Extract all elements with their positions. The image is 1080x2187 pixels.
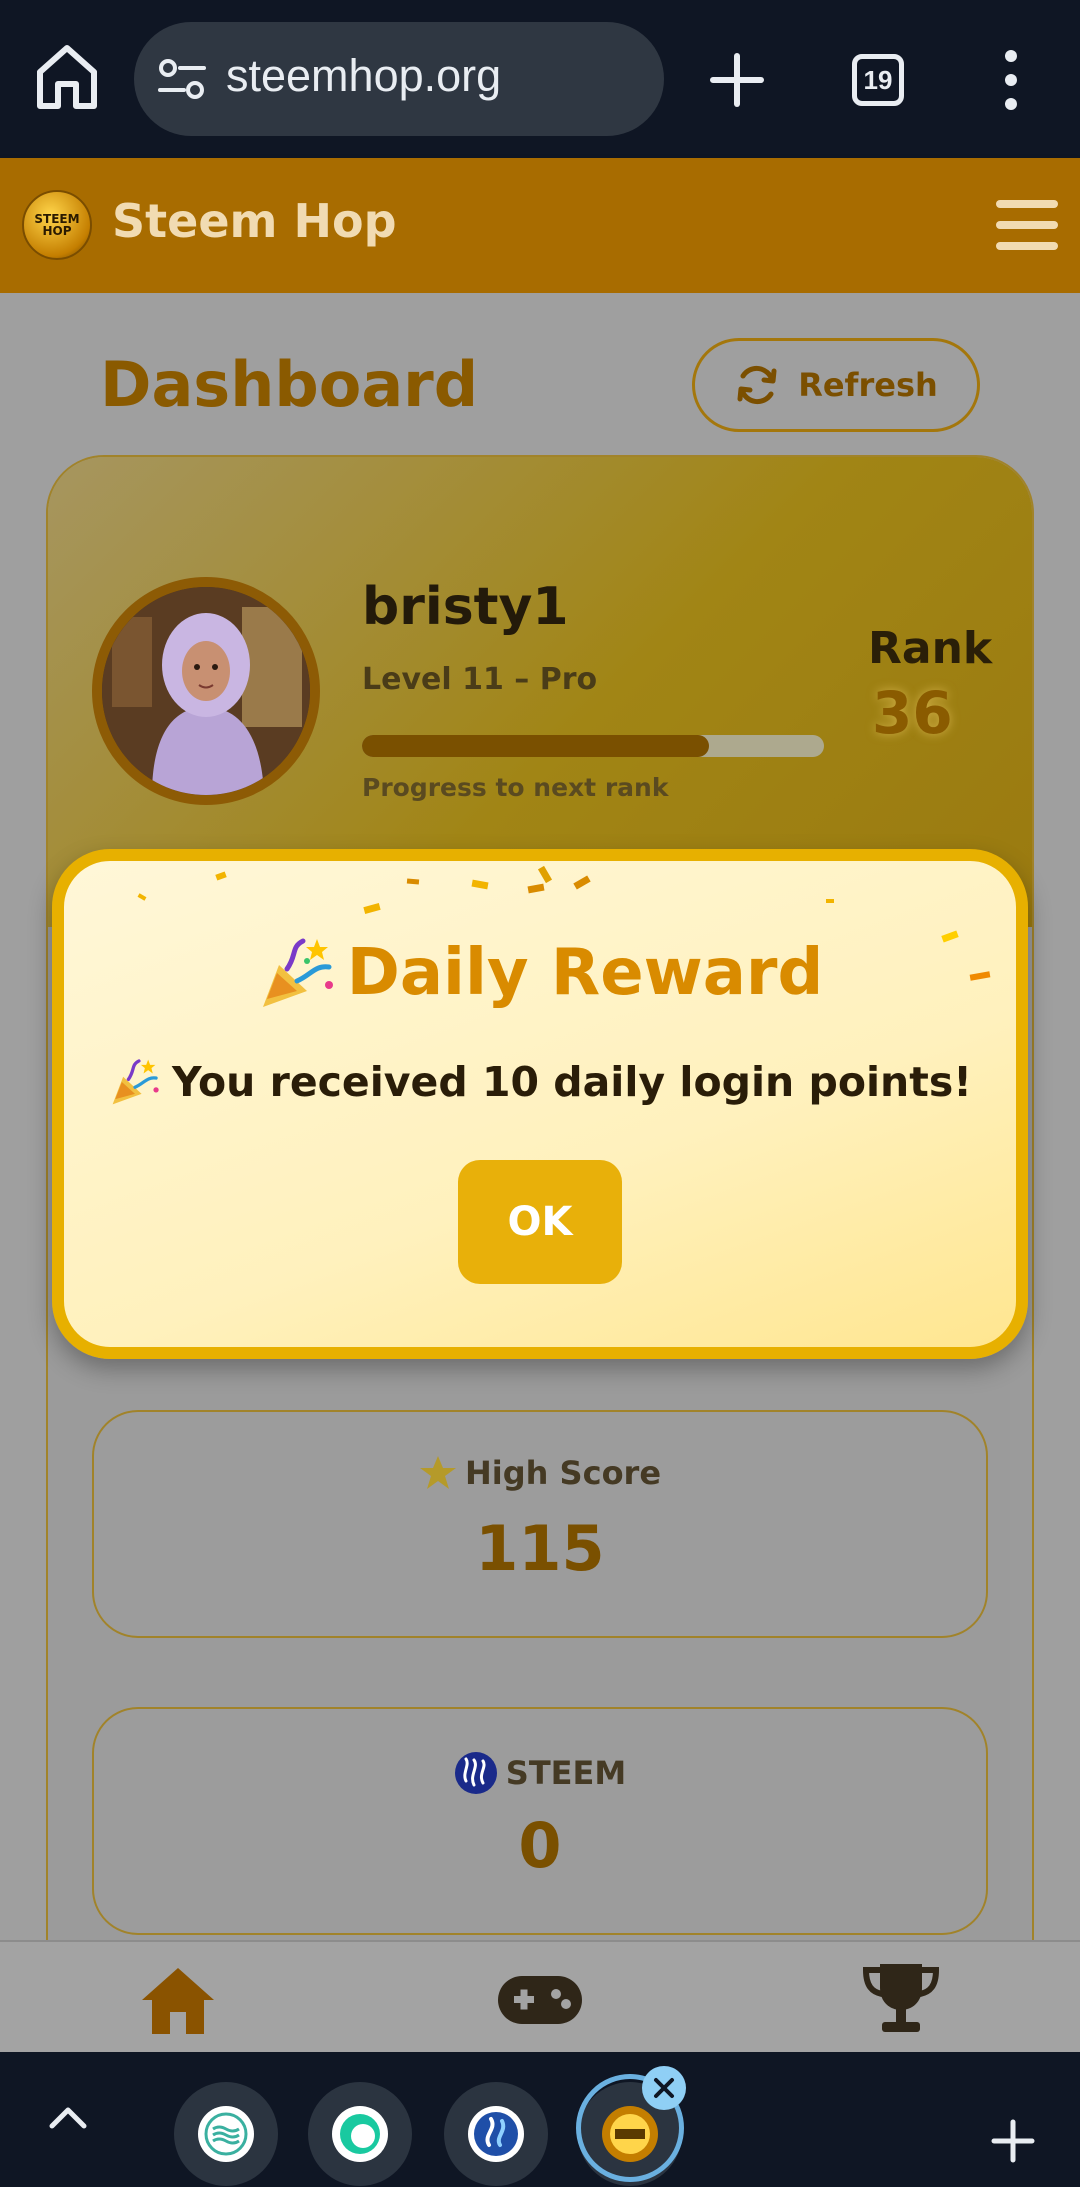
browser-tab-strip — [0, 2052, 1080, 2187]
party-popper-icon — [262, 938, 333, 1007]
high-score-card: High Score 115 — [92, 1410, 988, 1638]
confetti-piece — [537, 865, 553, 884]
confetti-piece — [471, 879, 489, 890]
tab-bubble[interactable] — [308, 2082, 412, 2186]
steem-logo-icon — [454, 1752, 497, 1794]
app-header: STEEM HOP Steem Hop — [0, 158, 1080, 293]
steem-app-icon — [468, 2106, 524, 2162]
party-popper-icon — [112, 1059, 159, 1105]
close-icon — [654, 2078, 674, 2098]
new-tab-icon[interactable] — [708, 44, 766, 114]
steem-balance-card: STEEM 0 — [92, 1707, 988, 1935]
address-bar[interactable]: steemhop.org — [134, 22, 664, 136]
rank-progress-bar — [362, 735, 824, 757]
confetti-piece — [573, 875, 591, 890]
avatar — [92, 577, 320, 805]
app-logo[interactable]: STEEM HOP — [22, 190, 92, 260]
close-tab-button[interactable] — [642, 2066, 686, 2110]
url-text[interactable]: steemhop.org — [226, 50, 501, 102]
tab-bubble[interactable] — [174, 2082, 278, 2186]
home-icon[interactable] — [138, 1964, 218, 2036]
confetti-piece — [137, 893, 147, 901]
user-level: Level 11 – Pro — [362, 662, 598, 697]
chat-app-icon — [332, 2106, 388, 2162]
username: bristy1 — [362, 577, 569, 637]
modal-title: Daily Reward — [346, 936, 824, 1010]
user-photo — [102, 587, 310, 795]
refresh-label: Refresh — [798, 366, 938, 404]
browser-toolbar: steemhop.org 19 — [0, 0, 1080, 158]
tab-switcher-button[interactable]: 19 — [852, 54, 904, 106]
trophy-icon[interactable] — [862, 1960, 940, 2036]
confetti-piece — [1003, 869, 1013, 879]
chevron-up-icon[interactable] — [48, 2102, 88, 2132]
confetti-piece — [215, 871, 227, 881]
stat-value: 115 — [475, 1512, 605, 1585]
stat-value: 0 — [518, 1809, 562, 1882]
confetti-piece — [826, 899, 834, 903]
rank-label: Rank — [868, 623, 993, 674]
bottom-nav — [0, 1940, 1080, 2052]
stat-header: STEEM — [94, 1751, 986, 1795]
ok-button[interactable]: OK — [458, 1160, 622, 1284]
page-title: Dashboard — [100, 348, 479, 421]
rank-progress-fill — [362, 735, 709, 757]
modal-message-row: You received 10 daily login points! — [64, 1057, 1016, 1107]
stat-header: High Score — [94, 1454, 986, 1492]
app-title[interactable]: Steem Hop — [112, 194, 397, 248]
stat-label: STEEM — [505, 1754, 627, 1792]
confetti-piece — [527, 883, 545, 894]
confetti-piece — [406, 878, 420, 885]
gamepad-icon[interactable] — [496, 1972, 584, 2028]
menu-icon[interactable] — [996, 198, 1058, 252]
progress-label: Progress to next rank — [362, 773, 669, 802]
confetti-piece — [363, 903, 381, 914]
waves-app-icon — [198, 2106, 254, 2162]
daily-reward-modal: Daily Reward You received 10 daily login… — [52, 849, 1028, 1359]
stat-label: High Score — [464, 1454, 662, 1492]
add-tab-icon[interactable] — [990, 2118, 1036, 2164]
star-icon — [419, 1456, 456, 1489]
refresh-icon — [737, 365, 777, 405]
tab-bubble[interactable] — [444, 2082, 548, 2186]
rank-value: 36 — [872, 679, 953, 747]
more-menu-icon[interactable] — [996, 48, 1026, 112]
modal-title-row: Daily Reward — [64, 935, 1016, 1011]
refresh-button[interactable]: Refresh — [692, 338, 980, 432]
home-icon[interactable] — [34, 42, 100, 112]
site-settings-icon[interactable] — [158, 58, 206, 100]
modal-message: You received 10 daily login points! — [172, 1058, 972, 1106]
